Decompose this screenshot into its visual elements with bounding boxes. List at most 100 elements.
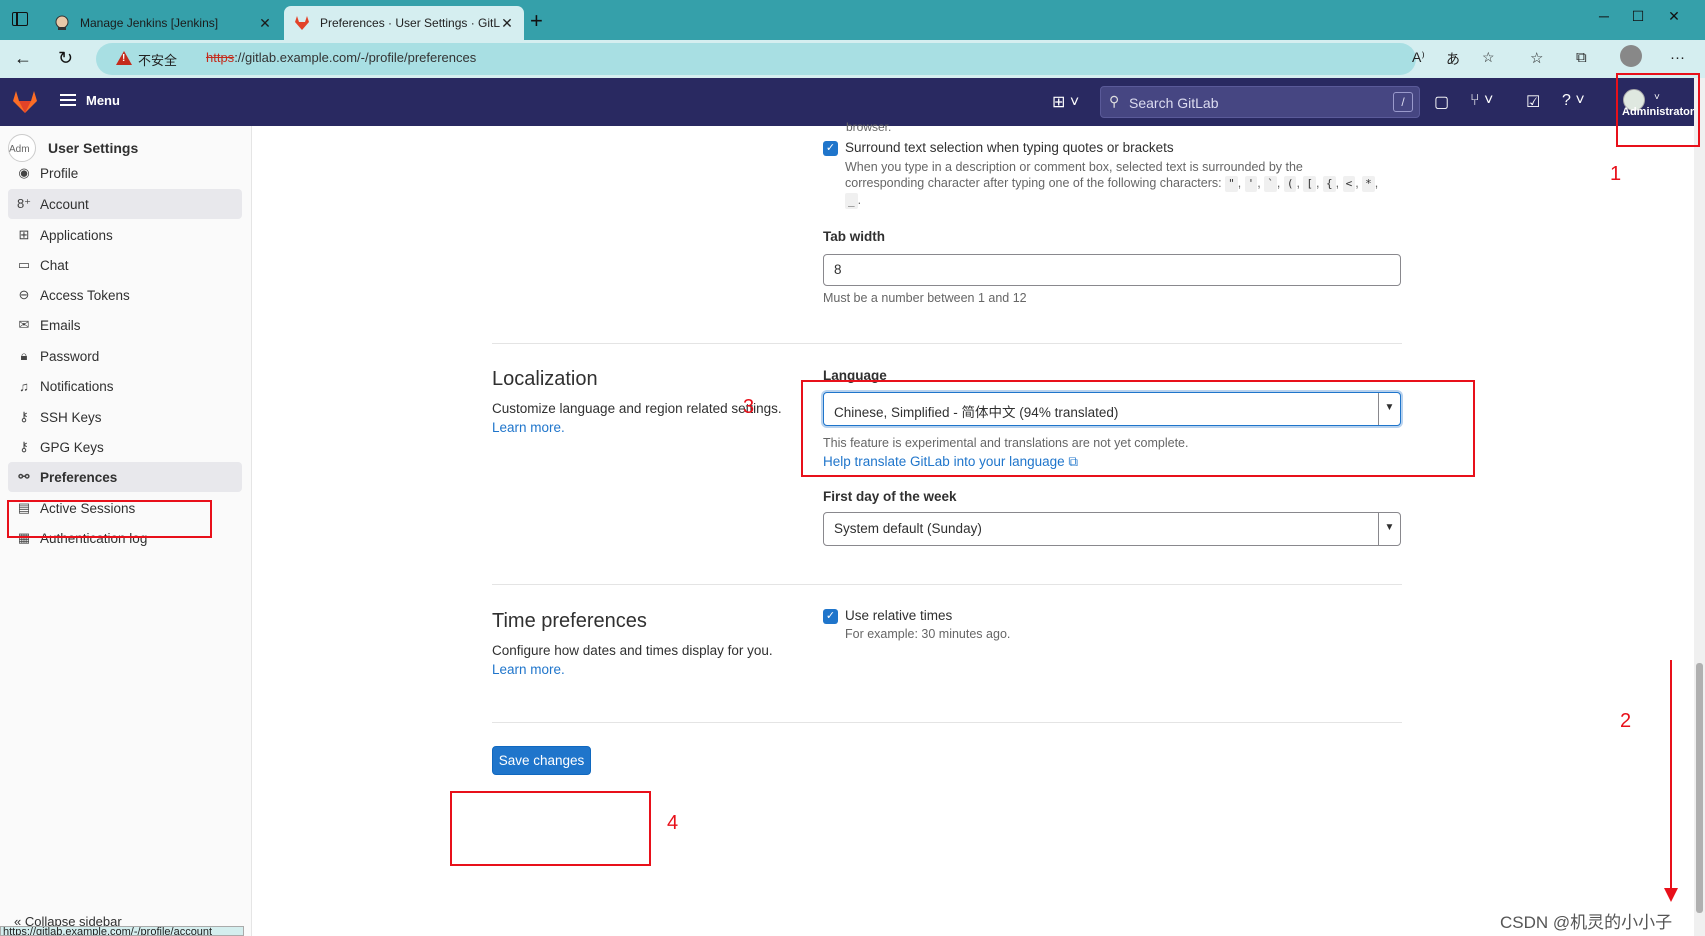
browser-profile-icon[interactable] xyxy=(1620,45,1642,67)
todo-icon[interactable]: ☑ xyxy=(1526,92,1540,112)
refresh-icon[interactable]: ↻ xyxy=(58,48,73,69)
annotation-number-2: 2 xyxy=(1620,710,1632,732)
tab-label: Manage Jenkins [Jenkins] xyxy=(80,16,219,30)
url-field[interactable]: 不安全 https://gitlab.example.com/-/profile… xyxy=(96,43,1495,75)
key-icon: ⚷ xyxy=(19,409,29,424)
gitlab-logo-icon[interactable] xyxy=(12,90,38,114)
sidebar-item-label: Account xyxy=(40,196,89,212)
menu-label: Menu xyxy=(86,92,120,108)
page-scrollbar[interactable] xyxy=(1694,78,1705,936)
sidebar-item-gpg-keys[interactable]: ⚷ GPG Keys xyxy=(8,432,242,462)
first-day-select[interactable]: System default (Sunday) ▼ xyxy=(823,512,1401,546)
window-close-icon[interactable]: ✕ xyxy=(1662,8,1686,28)
surround-help-line-3: _. xyxy=(845,192,1425,209)
close-icon[interactable]: ✕ xyxy=(500,15,514,32)
collections-icon[interactable]: ⧉ xyxy=(1576,49,1587,66)
sidebar-item-access-tokens[interactable]: ⊖ Access Tokens xyxy=(8,280,242,310)
section-divider xyxy=(492,343,1402,344)
char-code: ` xyxy=(1264,176,1277,192)
merge-requests-icon[interactable]: ⑂ ˅ xyxy=(1470,92,1493,110)
localization-desc: Customize language and region related se… xyxy=(492,399,782,437)
browser-tab-jenkins[interactable]: Manage Jenkins [Jenkins] ✕ xyxy=(44,6,282,40)
annotation-box-preferences xyxy=(7,500,212,538)
save-changes-button[interactable]: Save changes xyxy=(492,746,591,775)
char-code: [ xyxy=(1303,176,1317,192)
mail-icon: ✉ xyxy=(18,317,30,332)
sidebar-item-label: Emails xyxy=(40,317,81,333)
tab-width-label: Tab width xyxy=(823,229,885,244)
time-learn-more-link[interactable]: Learn more. xyxy=(492,660,792,679)
annotation-box-1 xyxy=(1616,73,1700,147)
favorites-icon[interactable]: ☆ xyxy=(1530,49,1543,67)
sidebar-item-applications[interactable]: ⊞ Applications xyxy=(8,220,242,250)
sidebar-item-label: Profile xyxy=(40,165,79,181)
char-code: * xyxy=(1362,176,1375,192)
time-preferences-desc-text: Configure how dates and times display fo… xyxy=(492,643,773,658)
first-day-label: First day of the week xyxy=(823,489,957,504)
relative-times-label: Use relative times xyxy=(845,608,953,623)
scrollbar-thumb[interactable] xyxy=(1696,663,1703,913)
new-tab-icon[interactable]: + xyxy=(530,8,543,34)
search-input[interactable]: ⚲ Search GitLab / xyxy=(1100,86,1420,118)
time-preferences-title: Time preferences xyxy=(492,610,647,632)
surround-checkbox[interactable]: ✓ xyxy=(823,141,838,156)
sidebar-item-profile[interactable]: ◉ Profile xyxy=(8,158,242,188)
tab-width-input[interactable]: 8 xyxy=(823,254,1401,286)
section-divider xyxy=(492,722,1402,723)
status-bar-url: https://gitlab.example.com/-/profile/acc… xyxy=(0,926,244,936)
more-icon[interactable]: ··· xyxy=(1670,49,1685,66)
char-code: ' xyxy=(1244,176,1258,192)
url-protocol: https xyxy=(206,50,235,65)
sidebar-item-preferences[interactable]: ⚯ Preferences xyxy=(8,462,242,492)
key-icon: ⚷ xyxy=(19,439,29,454)
sidebar-item-notifications[interactable]: ♫ Notifications xyxy=(8,371,242,401)
localization-title: Localization xyxy=(492,368,598,390)
annotation-number-1: 1 xyxy=(1610,163,1622,185)
truncated-text: browser. xyxy=(846,120,892,134)
search-placeholder: Search GitLab xyxy=(1129,95,1219,111)
surround-help-line-1: When you type in a description or commen… xyxy=(845,160,1303,174)
char-code: " xyxy=(1225,176,1238,192)
url-text: https://gitlab.example.com/-/profile/pre… xyxy=(206,50,476,65)
translate-icon[interactable]: あ xyxy=(1446,49,1460,69)
issues-icon[interactable]: ▢ xyxy=(1434,92,1449,112)
read-aloud-icon[interactable]: A⁾ xyxy=(1412,49,1425,66)
tab-actions-icon[interactable] xyxy=(12,12,28,26)
new-item-icon[interactable]: ⊞ ˅ xyxy=(1052,92,1079,112)
add-favorite-icon[interactable]: ☆ xyxy=(1482,49,1495,66)
sidebar-item-emails[interactable]: ✉ Emails xyxy=(8,310,242,340)
char-code: _ xyxy=(845,193,858,209)
sidebar-item-ssh-keys[interactable]: ⚷ SSH Keys xyxy=(8,402,242,432)
annotation-arrow-head xyxy=(1664,888,1678,902)
tab-width-help: Must be a number between 1 and 12 xyxy=(823,291,1027,305)
menu-button[interactable]: Menu xyxy=(60,91,120,109)
gitlab-favicon-icon xyxy=(295,16,309,30)
sidebar-item-label: Preferences xyxy=(40,469,118,485)
chat-icon: ▭ xyxy=(17,257,31,272)
sidebar-item-password[interactable]: 🔒︎ Password xyxy=(8,341,242,371)
annotation-number-3: 3 xyxy=(743,396,755,418)
minimize-icon[interactable]: ─ xyxy=(1592,8,1616,28)
annotation-box-3 xyxy=(801,380,1475,477)
browser-tab-preferences[interactable]: Preferences · User Settings · GitL ✕ xyxy=(284,6,524,40)
jenkins-favicon-icon xyxy=(55,15,69,30)
char-code: ( xyxy=(1283,176,1297,192)
sidebar-item-account[interactable]: 8⁺ Account xyxy=(8,189,242,219)
relative-times-help: For example: 30 minutes ago. xyxy=(845,627,1011,641)
relative-times-checkbox[interactable]: ✓ xyxy=(823,609,838,624)
surround-help-text: corresponding character after typing one… xyxy=(845,176,1222,190)
annotation-box-4 xyxy=(450,791,651,866)
maximize-icon[interactable]: ☐ xyxy=(1626,8,1650,28)
watermark: CSDN @机灵的小小子 xyxy=(1500,913,1673,932)
sidebar-item-chat[interactable]: ▭ Chat xyxy=(8,250,242,280)
help-icon[interactable]: ? ˅ xyxy=(1562,92,1585,110)
back-icon[interactable]: ← xyxy=(14,48,32,69)
localization-learn-more-link[interactable]: Learn more. xyxy=(492,418,782,437)
url-rest: ://gitlab.example.com/-/profile/preferen… xyxy=(234,50,477,65)
localization-desc-text: Customize language and region related se… xyxy=(492,401,782,416)
search-shortcut: / xyxy=(1393,92,1413,112)
hamburger-icon xyxy=(60,91,76,109)
close-icon[interactable]: ✕ xyxy=(258,15,272,32)
sidebar-item-label: Chat xyxy=(40,257,69,273)
surround-help: When you type in a description or commen… xyxy=(845,159,1425,209)
